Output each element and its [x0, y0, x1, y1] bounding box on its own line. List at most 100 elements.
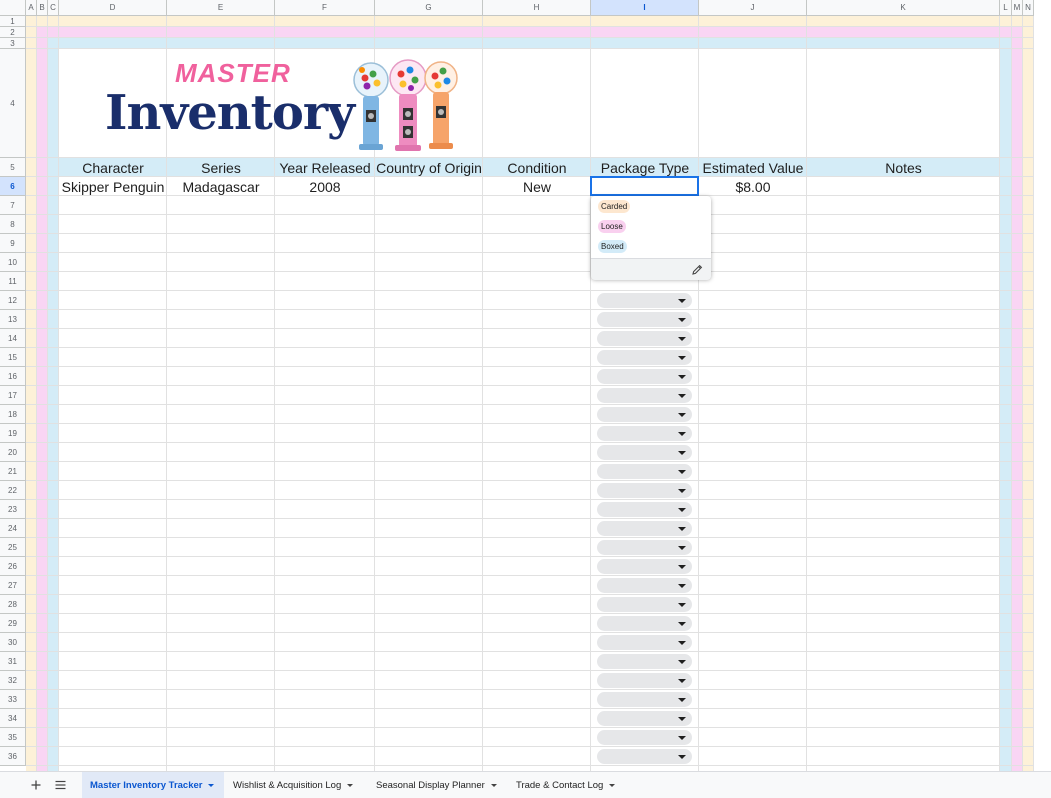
- caret-down-icon[interactable]: [678, 603, 686, 607]
- row-header-30[interactable]: 30: [0, 633, 26, 652]
- row-header-6[interactable]: 6: [0, 177, 26, 196]
- row-header-31[interactable]: 31: [0, 652, 26, 671]
- row-header-10[interactable]: 10: [0, 253, 26, 272]
- colhead-country-of-origin[interactable]: Country of Origin: [375, 158, 483, 177]
- row-header-1[interactable]: 1: [0, 16, 26, 27]
- caret-down-icon[interactable]: [678, 375, 686, 379]
- colhead-package-type[interactable]: Package Type: [591, 158, 699, 177]
- caret-down-icon[interactable]: [678, 337, 686, 341]
- caret-down-icon[interactable]: [678, 546, 686, 550]
- row-header-34[interactable]: 34: [0, 709, 26, 728]
- column-header-e[interactable]: E: [167, 0, 275, 16]
- column-header-n[interactable]: N: [1023, 0, 1034, 16]
- package-type-dropdown-cell[interactable]: [597, 635, 692, 650]
- row-header-7[interactable]: 7: [0, 196, 26, 215]
- cell-series[interactable]: Madagascar: [167, 177, 275, 196]
- colhead-year-released[interactable]: Year Released: [275, 158, 375, 177]
- select-all-corner[interactable]: [0, 0, 26, 16]
- row-header-11[interactable]: 11: [0, 272, 26, 291]
- row-header-25[interactable]: 25: [0, 538, 26, 557]
- column-header-h[interactable]: H: [483, 0, 591, 16]
- cell-condition[interactable]: New: [483, 177, 591, 196]
- row-header-9[interactable]: 9: [0, 234, 26, 253]
- chevron-down-icon[interactable]: [347, 783, 354, 787]
- caret-down-icon[interactable]: [678, 356, 686, 360]
- column-header-c[interactable]: C: [48, 0, 59, 16]
- row-header-33[interactable]: 33: [0, 690, 26, 709]
- package-type-dropdown-cell[interactable]: [597, 654, 692, 669]
- list-icon[interactable]: [55, 780, 66, 790]
- tab-wishlist-acquisition-log[interactable]: Wishlist & Acquisition Log: [233, 772, 354, 798]
- colhead-condition[interactable]: Condition: [483, 158, 591, 177]
- caret-down-icon[interactable]: [678, 679, 686, 683]
- caret-down-icon[interactable]: [678, 755, 686, 759]
- column-header-m[interactable]: M: [1012, 0, 1023, 16]
- package-type-dropdown-cell[interactable]: [597, 426, 692, 441]
- package-type-dropdown-cell[interactable]: [597, 749, 692, 764]
- row-header-4[interactable]: 4: [0, 49, 26, 158]
- row-header-23[interactable]: 23: [0, 500, 26, 519]
- pencil-icon[interactable]: [692, 264, 703, 275]
- row-header-32[interactable]: 32: [0, 671, 26, 690]
- row-header-18[interactable]: 18: [0, 405, 26, 424]
- package-type-dropdown-cell[interactable]: [597, 730, 692, 745]
- row-header-28[interactable]: 28: [0, 595, 26, 614]
- package-type-dropdown-cell[interactable]: [597, 350, 692, 365]
- package-type-dropdown-cell[interactable]: [597, 445, 692, 460]
- row-header-13[interactable]: 13: [0, 310, 26, 329]
- column-header-b[interactable]: B: [37, 0, 48, 16]
- row-header-36[interactable]: 36: [0, 747, 26, 766]
- package-type-dropdown-cell[interactable]: [597, 293, 692, 308]
- row-header-14[interactable]: 14: [0, 329, 26, 348]
- column-header-i[interactable]: I: [591, 0, 699, 16]
- colhead-series[interactable]: Series: [167, 158, 275, 177]
- colhead-notes[interactable]: Notes: [807, 158, 1000, 177]
- option-loose[interactable]: Loose: [598, 220, 626, 233]
- package-type-dropdown-cell[interactable]: [597, 692, 692, 707]
- row-header-19[interactable]: 19: [0, 424, 26, 443]
- package-type-dropdown-cell[interactable]: [597, 388, 692, 403]
- plus-icon[interactable]: [31, 780, 41, 790]
- package-type-dropdown-cell[interactable]: [597, 464, 692, 479]
- chevron-down-icon[interactable]: [208, 783, 215, 787]
- option-boxed[interactable]: Boxed: [598, 240, 627, 253]
- row-header-22[interactable]: 22: [0, 481, 26, 500]
- package-type-dropdown-cell[interactable]: [597, 407, 692, 422]
- row-header-3[interactable]: 3: [0, 38, 26, 49]
- caret-down-icon[interactable]: [678, 717, 686, 721]
- row-header-29[interactable]: 29: [0, 614, 26, 633]
- package-type-dropdown-cell[interactable]: [597, 369, 692, 384]
- caret-down-icon[interactable]: [678, 394, 686, 398]
- chevron-down-icon[interactable]: [490, 783, 497, 787]
- option-carded[interactable]: Carded: [598, 200, 631, 213]
- caret-down-icon[interactable]: [678, 451, 686, 455]
- colhead-character[interactable]: Character: [59, 158, 167, 177]
- tab-seasonal-display-planner[interactable]: Seasonal Display Planner: [376, 772, 497, 798]
- cell-notes[interactable]: [807, 177, 1000, 196]
- caret-down-icon[interactable]: [678, 698, 686, 702]
- row-header-16[interactable]: 16: [0, 367, 26, 386]
- cell-estimated-value[interactable]: $8.00: [699, 177, 807, 196]
- caret-down-icon[interactable]: [678, 736, 686, 740]
- caret-down-icon[interactable]: [678, 584, 686, 588]
- package-type-dropdown-cell[interactable]: [597, 559, 692, 574]
- column-header-j[interactable]: J: [699, 0, 807, 16]
- column-header-a[interactable]: A: [26, 0, 37, 16]
- row-header-15[interactable]: 15: [0, 348, 26, 367]
- caret-down-icon[interactable]: [678, 318, 686, 322]
- package-type-dropdown-cell[interactable]: [597, 502, 692, 517]
- package-type-dropdown-cell[interactable]: [597, 521, 692, 536]
- caret-down-icon[interactable]: [678, 413, 686, 417]
- caret-down-icon[interactable]: [678, 489, 686, 493]
- package-type-dropdown-cell[interactable]: [597, 483, 692, 498]
- caret-down-icon[interactable]: [678, 622, 686, 626]
- tab-trade-contact-log[interactable]: Trade & Contact Log: [516, 772, 616, 798]
- spreadsheet-grid[interactable]: MASTER Inventory Character Series Year R…: [0, 0, 1051, 771]
- column-header-k[interactable]: K: [807, 0, 1000, 16]
- row-header-20[interactable]: 20: [0, 443, 26, 462]
- caret-down-icon[interactable]: [678, 432, 686, 436]
- tab-master-inventory-tracker[interactable]: Master Inventory Tracker: [82, 772, 224, 798]
- cell-country-of-origin[interactable]: [375, 177, 483, 196]
- row-header-21[interactable]: 21: [0, 462, 26, 481]
- caret-down-icon[interactable]: [678, 641, 686, 645]
